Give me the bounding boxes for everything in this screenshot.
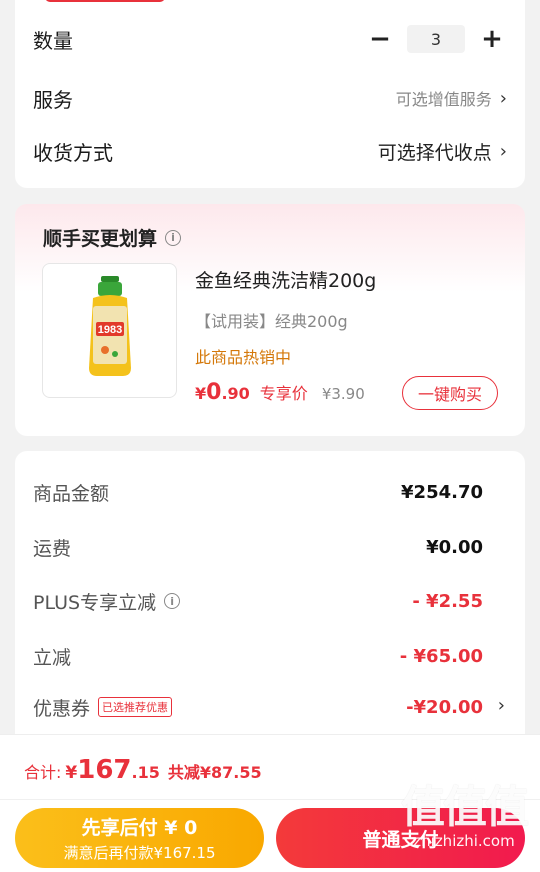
quantity-label: 数量 — [33, 28, 73, 53]
product-name[interactable]: 金鱼经典洗洁精200g — [195, 266, 376, 293]
quantity-stepper: − 3 + — [365, 24, 507, 54]
goods-amount-label: 商品金额 — [33, 482, 110, 505]
freight-value: ¥0.00 — [426, 536, 483, 558]
freight-row: 运费 ¥0.00 — [33, 532, 483, 562]
goods-amount-value: ¥254.70 — [401, 481, 483, 503]
coupon-label: 优惠券 — [33, 697, 91, 720]
total-saved: 共减¥87.55 — [167, 763, 262, 782]
pay-later-button[interactable]: 先享后付 ¥ 0 满意后再付款¥167.15 — [15, 808, 264, 868]
minus-icon[interactable]: − — [365, 24, 395, 54]
detergent-bottle-icon: 1983 — [89, 276, 131, 376]
product-spec: 【试用装】经典200g — [195, 312, 348, 331]
service-label: 服务 — [33, 87, 73, 112]
plus-discount-value: - ¥2.55 — [412, 590, 483, 612]
info-icon[interactable]: i — [164, 593, 181, 609]
price-symbol: ¥ — [195, 384, 207, 403]
shipping-row[interactable]: 收货方式 可选择代收点 › — [33, 136, 507, 166]
price-tag: 专享价 — [259, 384, 308, 403]
price-integer: 0 — [206, 380, 222, 405]
plus-discount-row: PLUS专享立减 i - ¥2.55 — [33, 586, 483, 616]
coupon-label-wrap: 优惠券 已选推荐优惠 — [33, 694, 173, 721]
freight-label: 运费 — [33, 537, 72, 560]
price-summary-card: 商品金额 ¥254.70 运费 ¥0.00 PLUS专享立减 i - ¥2.55… — [15, 451, 525, 751]
pay-later-main: 先享后付 ¥ 0 — [81, 817, 198, 839]
product-hot-tag: 此商品热销中 — [195, 348, 292, 367]
service-row[interactable]: 服务 可选增值服务 › — [33, 83, 507, 113]
shipping-value: 可选择代收点 — [377, 141, 492, 164]
order-options-card: 数量 − 3 + 服务 可选增值服务 › 收货方式 可选择代收点 › — [15, 0, 525, 188]
price-decimal: .90 — [221, 384, 250, 403]
chevron-right-icon: › — [499, 87, 507, 109]
upsell-card: 顺手买更划算 i 1983 金鱼经典洗洁精200g 【试用装】经典200g 此商… — [15, 204, 525, 436]
total-integer: 167 — [77, 755, 132, 785]
service-value: 可选增值服务 — [395, 90, 492, 109]
total-decimal: .15 — [131, 763, 160, 782]
chevron-right-icon[interactable]: › — [498, 695, 505, 716]
instant-discount-label: 立减 — [33, 646, 72, 669]
quantity-row: 数量 − 3 + — [33, 24, 507, 54]
info-icon[interactable]: i — [165, 229, 182, 246]
one-click-buy-button[interactable]: 一键购买 — [402, 376, 498, 410]
total-line: 合计: ¥ 167 .15 共减¥87.55 — [24, 755, 262, 785]
chevron-right-icon: › — [499, 140, 507, 162]
quantity-value[interactable]: 3 — [407, 25, 465, 53]
instant-discount-value: - ¥65.00 — [399, 645, 483, 667]
shipping-label: 收货方式 — [33, 140, 113, 165]
coupon-row[interactable]: 优惠券 已选推荐优惠 -¥20.00 — [33, 692, 483, 722]
plus-discount-label: PLUS专享立减 — [33, 591, 157, 614]
upsell-title-text: 顺手买更划算 — [43, 228, 158, 250]
coupon-value: -¥20.00 — [406, 696, 483, 718]
watermark-url: zhizhizhi.com — [413, 832, 515, 850]
upsell-title: 顺手买更划算 i — [43, 224, 182, 251]
top-strip — [45, 0, 165, 2]
coupon-badge: 已选推荐优惠 — [98, 697, 173, 717]
total-label: 合计: — [24, 763, 62, 782]
watermark: 值值值 zhizhizhi.com — [394, 784, 534, 864]
plus-discount-label-wrap: PLUS专享立减 i — [33, 588, 181, 615]
product-image[interactable]: 1983 — [42, 263, 177, 398]
original-price: ¥3.90 — [321, 385, 365, 403]
goods-amount-row: 商品金额 ¥254.70 — [33, 477, 483, 507]
bottle-label-text: 1983 — [98, 324, 122, 336]
instant-discount-row: 立减 - ¥65.00 — [33, 641, 483, 671]
total-symbol: ¥ — [65, 763, 78, 783]
pay-later-sub: 满意后再付款¥167.15 — [63, 844, 216, 862]
product-price: ¥ 0 .90 专享价 ¥3.90 — [195, 380, 365, 405]
plus-icon[interactable]: + — [477, 24, 507, 54]
watermark-logo: 值值值 — [401, 782, 529, 833]
